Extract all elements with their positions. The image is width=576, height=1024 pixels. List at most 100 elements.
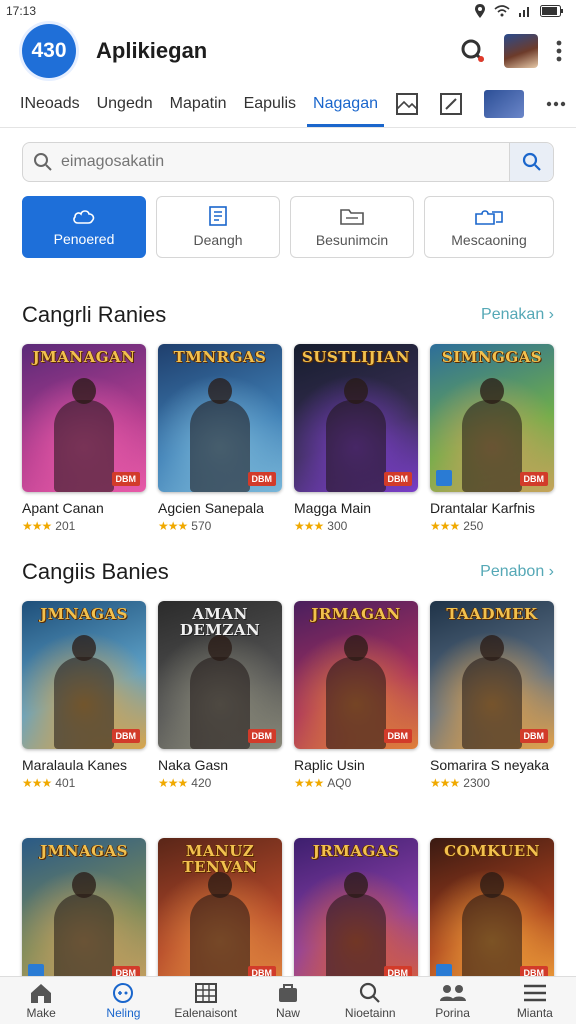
nav-item-naw[interactable]: Naw	[248, 982, 328, 1020]
game-cover-image[interactable]: TMNRGAS DBM	[158, 344, 282, 492]
search-icon	[522, 152, 541, 171]
game-card[interactable]: TAADMEK DBM Somarira S neyaka ★★★ 2300	[430, 601, 554, 790]
avatar[interactable]	[504, 34, 538, 68]
users-icon	[439, 984, 466, 1001]
tab-mapatin[interactable]: Mapatin	[170, 83, 227, 125]
game-card[interactable]: AMAN DEMZAN DBM Naka Gasn ★★★ 420	[158, 601, 282, 790]
filter-label: Deangh	[193, 232, 243, 248]
folder-icon	[340, 209, 364, 225]
tab-ungedn[interactable]: Ungedn	[97, 83, 153, 125]
game-cover-image[interactable]: SIMNGGAS DBM	[430, 344, 554, 492]
search-icon	[34, 153, 52, 171]
more-horizontal-icon[interactable]	[546, 101, 566, 107]
menu-icon	[523, 984, 546, 1001]
game-cover-image[interactable]: JMANAGAN DBM	[22, 344, 146, 492]
edit-icon[interactable]	[440, 92, 462, 115]
game-cover-image[interactable]: JMNAGAS DBM	[22, 601, 146, 749]
battery-icon	[540, 5, 563, 17]
game-title[interactable]: Magga Main	[294, 500, 418, 516]
game-card[interactable]: SUSTLIJIAN DBM Magga Main ★★★ 300	[294, 344, 418, 533]
rating-count: 2300	[463, 776, 490, 790]
game-badge: DBM	[519, 472, 548, 486]
game-card[interactable]: COMKUEN DBM	[430, 838, 554, 986]
game-title[interactable]: Maralaula Kanes	[22, 757, 146, 773]
image-icon[interactable]	[396, 92, 418, 115]
location-icon	[475, 4, 485, 18]
nav-item-ealenaisont[interactable]: Ealenaisont	[166, 982, 246, 1020]
character-figure	[326, 872, 386, 986]
nav-item-mianta[interactable]: Mianta	[495, 982, 575, 1020]
game-cover-image[interactable]: COMKUEN DBM	[430, 838, 554, 986]
search-bar	[22, 142, 554, 182]
game-cover-image[interactable]: JMNAGAS DBM	[22, 838, 146, 986]
search-icon[interactable]	[460, 38, 486, 64]
filter-penoered[interactable]: Penoered	[22, 196, 146, 258]
game-title[interactable]: Agcien Sanepala	[158, 500, 282, 516]
platform-icon	[436, 470, 452, 486]
nav-item-neling[interactable]: Neling	[83, 982, 163, 1020]
game-card[interactable]: JRMAGAS DBM	[294, 838, 418, 986]
bottom-nav: Make Neling Ealenaisont Naw Nioetainn Po…	[0, 976, 576, 1024]
game-cover-title: SIMNGGAS	[441, 348, 543, 366]
status-bar: 17:13	[0, 0, 576, 22]
profile-thumbnail[interactable]	[484, 89, 524, 118]
game-cover-title: TAADMEK	[446, 605, 538, 623]
nav-item-make[interactable]: Make	[1, 982, 81, 1020]
game-card[interactable]: JMANAGAN DBM Apant Canan ★★★ 201	[22, 344, 146, 533]
character-figure	[462, 378, 522, 492]
section-more-link[interactable]: Penakan ›	[481, 306, 554, 324]
character-figure	[326, 635, 386, 749]
more-vertical-icon[interactable]	[556, 40, 562, 62]
tab-eapulis[interactable]: Eapulis	[244, 83, 296, 125]
game-cover-title: JMNAGAS	[40, 605, 128, 623]
puzzle-icon	[475, 210, 503, 225]
tab-nagagan[interactable]: Nagagan	[307, 83, 384, 127]
game-title[interactable]: Drantalar Karfnis	[430, 500, 554, 516]
game-card[interactable]: JMNAGAS DBM	[22, 838, 146, 986]
app-bar-actions	[460, 34, 562, 68]
game-cover-image[interactable]: MANUZ TENVAN DBM	[158, 838, 282, 986]
game-card[interactable]: JMNAGAS DBM Maralaula Kanes ★★★ 401	[22, 601, 146, 790]
rating-count: 570	[191, 519, 212, 533]
game-title[interactable]: Raplic Usin	[294, 757, 418, 773]
star-rating-icon: ★★★	[294, 519, 324, 533]
search-input[interactable]	[61, 153, 501, 171]
character-figure	[54, 635, 114, 749]
star-rating-icon: ★★★	[294, 776, 324, 790]
filter-mescaoning[interactable]: Mescaoning	[424, 196, 554, 258]
section-title: Cangrli Ranies	[22, 302, 167, 327]
tab-ineoads[interactable]: INeoads	[20, 83, 80, 125]
filter-besunimcin[interactable]: Besunimcin	[290, 196, 414, 258]
home-icon	[31, 983, 52, 1003]
game-badge: DBM	[383, 472, 412, 486]
game-cover-image[interactable]: JRMAGAN DBM	[294, 601, 418, 749]
nav-label: Porina	[435, 1005, 470, 1020]
game-badge: DBM	[519, 729, 548, 743]
character-figure	[190, 378, 250, 492]
game-title[interactable]: Apant Canan	[22, 500, 146, 516]
game-cover-image[interactable]: JRMAGAS DBM	[294, 838, 418, 986]
nav-item-porina[interactable]: Porina	[413, 982, 493, 1020]
game-title[interactable]: Naka Gasn	[158, 757, 282, 773]
nav-item-nioetainn[interactable]: Nioetainn	[330, 982, 410, 1020]
grid-icon	[194, 982, 217, 1003]
game-title[interactable]: Somarira S neyaka	[430, 757, 554, 773]
gamepad-icon	[113, 982, 134, 1003]
app-bar: 430 Aplikiegan	[0, 22, 576, 80]
game-card[interactable]: TMNRGAS DBM Agcien Sanepala ★★★ 570	[158, 344, 282, 533]
game-cover-image[interactable]: SUSTLIJIAN DBM	[294, 344, 418, 492]
filter-deangh[interactable]: Deangh	[156, 196, 280, 258]
game-rating: ★★★ 201	[22, 519, 146, 533]
game-card[interactable]: SIMNGGAS DBM Drantalar Karfnis ★★★ 250	[430, 344, 554, 533]
game-rating: ★★★ 401	[22, 776, 146, 790]
search-button[interactable]	[509, 143, 553, 181]
game-cover-image[interactable]: TAADMEK DBM	[430, 601, 554, 749]
game-rating: ★★★ 250	[430, 519, 554, 533]
game-card[interactable]: MANUZ TENVAN DBM	[158, 838, 282, 986]
app-logo[interactable]: 430	[22, 24, 76, 78]
rating-count: 300	[327, 519, 348, 533]
game-cover-image[interactable]: AMAN DEMZAN DBM	[158, 601, 282, 749]
section-more-link[interactable]: Penabon ›	[480, 563, 554, 581]
character-figure	[54, 378, 114, 492]
game-card[interactable]: JRMAGAN DBM Raplic Usin ★★★ AQ0	[294, 601, 418, 790]
